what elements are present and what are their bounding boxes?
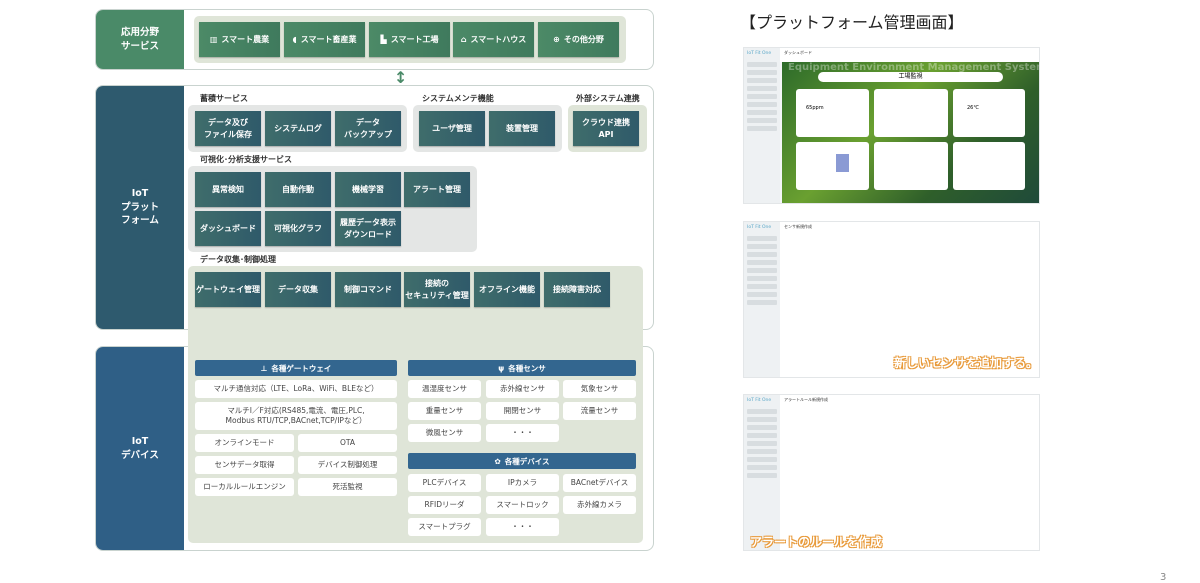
gateway-item: マルチI／F対応(RS485,電流、電圧,PLC, Modbus RTU/TCP… — [195, 402, 397, 430]
external-heading: 外部システム連携 — [576, 94, 640, 103]
sensor-item: ・・・ — [486, 424, 559, 442]
dashboard-screenshot: IoT Fit One ダッシュボード Equipment Environmen… — [743, 47, 1040, 204]
device-item: BACnetデバイス — [563, 474, 636, 492]
collection-heading: データ収集･制御処理 — [200, 255, 276, 264]
sensor-item: 赤外線センサ — [486, 380, 559, 398]
device-item: スマートロック — [486, 496, 559, 514]
sensor-item: 重量センサ — [408, 402, 481, 420]
application-item: ⌂ スマートハウス — [453, 22, 534, 57]
gateway-icon: ⊥ — [260, 363, 268, 373]
application-item: ⊕ その他分野 — [538, 22, 619, 57]
device-item: PLCデバイス — [408, 474, 481, 492]
device-item: IPカメラ — [486, 474, 559, 492]
platform-label: IoT プラット フォーム — [96, 86, 184, 329]
factory-icon: ▙ — [380, 34, 387, 44]
alert-caption: アラートのルールを作成 — [750, 535, 883, 549]
storage-item: システムログ — [265, 111, 331, 146]
screens-title: 【プラットフォーム管理画面】 — [740, 13, 964, 32]
visualization-item: 異常検知 — [195, 172, 261, 207]
sensor-item: 温湿度センサ — [408, 380, 481, 398]
device-item: ・・・ — [486, 518, 559, 536]
sensor-caption: 新しいセンサを追加する。 — [894, 356, 1039, 370]
gateway-header: ⊥ 各種ゲートウェイ — [195, 360, 397, 376]
device-item: 赤外線カメラ — [563, 496, 636, 514]
storage-heading: 蓄積サービス — [200, 94, 248, 103]
gateway-item: デバイス制御処理 — [298, 456, 397, 474]
collection-item: 制御コマンド — [335, 272, 401, 307]
gateway-item: ローカルルールエンジン — [195, 478, 294, 496]
collection-item: 接続の セキュリティ管理 — [404, 272, 470, 307]
maintenance-item: ユーザ管理 — [419, 111, 485, 146]
sensor-item: 気象センサ — [563, 380, 636, 398]
collection-item: データ収集 — [265, 272, 331, 307]
greenhouse-icon: ▥ — [209, 34, 218, 44]
visualization-item: 機械学習 — [335, 172, 401, 207]
application-item: ▥ スマート農業 — [199, 22, 280, 57]
sensors-header: ψ 各種センサ — [408, 360, 636, 376]
visualization-heading: 可視化･分析支援サービス — [200, 155, 292, 164]
storage-item: データ バックアップ — [335, 111, 401, 146]
gateway-item: マルチ通信対応（LTE、LoRa、WiFi、BLEなど） — [195, 380, 397, 398]
sensor-item: 開閉センサ — [486, 402, 559, 420]
pig-icon: ◖ — [292, 34, 297, 44]
gateway-item: センサデータ取得 — [195, 456, 294, 474]
external-item: クラウド連携 API — [573, 111, 639, 146]
sensor-item: 微風センサ — [408, 424, 481, 442]
visualization-item: 可視化グラフ — [265, 211, 331, 246]
visualization-item: 履歴データ表示 ダウンロード — [335, 211, 401, 246]
sensor-create-screenshot: IoT Fit One センサ新規作成 新しいセンサを追加する。 — [743, 221, 1040, 378]
collection-item: 接続障害対応 — [544, 272, 610, 307]
application-item: ◖ スマート畜産業 — [284, 22, 365, 57]
collection-item: オフライン機能 — [474, 272, 540, 307]
application-services-block: 応用分野 サービス ▥ スマート農業 ◖ スマート畜産業 ▙ スマート工場 ⌂ スマートハウス… — [95, 9, 654, 70]
devices-header: ✿ 各種デバイス — [408, 453, 636, 469]
gateway-item: OTA — [298, 434, 397, 452]
application-item: ▙ スマート工場 — [369, 22, 450, 57]
visualization-item: ダッシュボード — [195, 211, 261, 246]
globe-icon: ⊕ — [553, 34, 560, 44]
maintenance-item: 装置管理 — [489, 111, 555, 146]
house-icon: ⌂ — [460, 34, 467, 44]
alert-rule-screenshot: IoT Fit One アラートルール新規作成 アラートのルールを作成 — [743, 394, 1040, 551]
maintenance-heading: システムメンテ機能 — [422, 94, 494, 103]
visualization-item: アラート管理 — [404, 172, 470, 207]
sensor-item: 流量センサ — [563, 402, 636, 420]
antenna-icon: ψ — [498, 363, 505, 373]
gear-icon: ✿ — [494, 456, 501, 466]
gateway-item: 死活監視 — [298, 478, 397, 496]
page-number: 3 — [1160, 572, 1167, 583]
storage-item: データ及び ファイル保存 — [195, 111, 261, 146]
device-item: スマートプラグ — [408, 518, 481, 536]
gateway-item: オンラインモード — [195, 434, 294, 452]
device-item: RFIDリーダ — [408, 496, 481, 514]
devices-label: IoT デバイス — [96, 347, 184, 550]
application-label: 応用分野 サービス — [96, 10, 184, 69]
collection-item: ゲートウェイ管理 — [195, 272, 261, 307]
visualization-item: 自動作動 — [265, 172, 331, 207]
